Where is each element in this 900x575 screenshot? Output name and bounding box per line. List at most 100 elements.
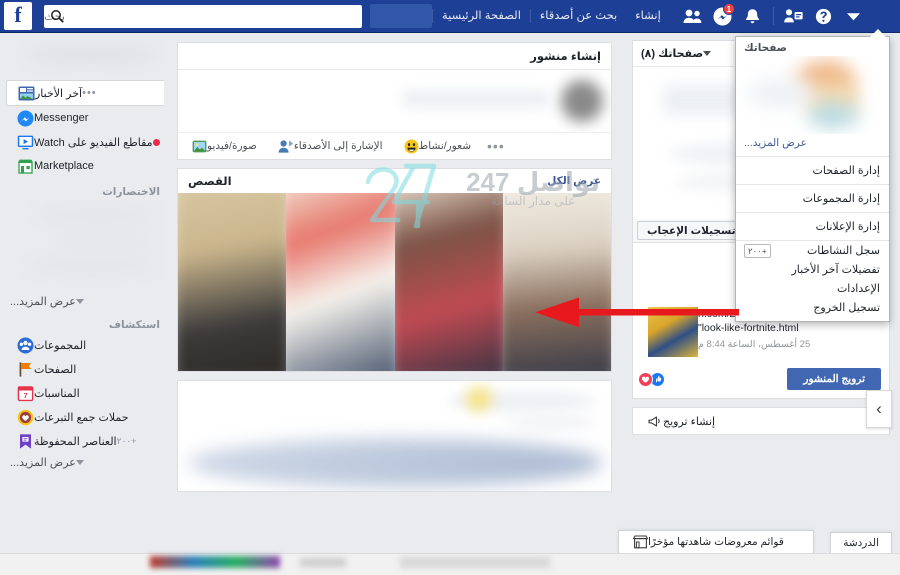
saved-icon — [16, 432, 34, 450]
post-url-line2: "look-like-fortnite.html — [698, 322, 799, 334]
blur-shape — [188, 439, 603, 487]
composer-feeling-activity-button[interactable]: شعور/نشاط — [399, 139, 471, 154]
sidebar-item-news-feed[interactable]: آخر الأخبار ••• — [6, 80, 164, 106]
messenger-icon[interactable]: 1 — [710, 3, 736, 28]
story-item[interactable] — [178, 193, 287, 371]
sidebar-item-marketplace[interactable]: Marketplace — [6, 154, 164, 178]
sidebar-item-news-feed-label: آخر الأخبار — [35, 87, 83, 100]
friend-requests-icon[interactable] — [680, 4, 706, 28]
sidebar-item-pages[interactable]: الصفحات — [6, 357, 164, 381]
menu-item-manage-ads[interactable]: إدارة الإعلانات — [736, 213, 889, 240]
composer-input-area[interactable] — [178, 70, 611, 132]
tab-likes[interactable]: تسجيلات الإعجاب — [637, 221, 746, 240]
composer-photo-video-button[interactable]: صورة/فيديو — [187, 139, 257, 154]
sidebar-item-fundraisers[interactable]: حملات جمع التبرعات — [6, 405, 164, 429]
menu-item-settings[interactable]: الإعدادات — [736, 279, 889, 298]
create-post-card: إنشاء منشور صورة/فيديو الإشارة إلى الأصد… — [177, 42, 612, 160]
dropdown-see-more-link[interactable]: عرض المزيد... — [736, 134, 889, 156]
create-promotion-left: إنشاء ترويج — [642, 415, 715, 428]
dropdown-header-label: صفحاتك — [744, 42, 787, 54]
sidebar-item-watch-label: مقاطع الفيديو على Watch — [34, 136, 153, 149]
nav-find-friends[interactable]: بحث عن أصدقاء — [529, 9, 626, 23]
search-input[interactable]: بحث — [44, 4, 362, 28]
page-switch-icon[interactable] — [781, 4, 807, 28]
facebook-page: f بحث الصفحة الرئيسية بحث عن أصدقاء إنشا… — [0, 0, 900, 575]
menu-item-news-feed-preferences[interactable]: تفضيلات آخر الأخبار — [736, 260, 889, 279]
nav-icon-group: 1 — [678, 3, 869, 28]
messenger-badge: 1 — [722, 3, 735, 15]
composer-tag-friends-button[interactable]: الإشارة إلى الأصدقاء — [273, 139, 383, 154]
reactions-group — [638, 371, 665, 387]
create-promotion-bar[interactable]: إنشاء ترويج — [632, 407, 890, 435]
fundraisers-icon — [16, 408, 34, 426]
facebook-logo[interactable]: f — [4, 2, 32, 30]
explore-see-more-link[interactable]: عرض المزيد... — [6, 453, 164, 472]
chat-bar: قوائم معروضات شاهدتها مؤخرًا الدردشة — [610, 527, 900, 575]
create-promotion-label: إنشاء ترويج — [663, 415, 716, 428]
blur-shape — [401, 90, 551, 108]
chat-tab-button[interactable]: الدردشة — [830, 532, 892, 553]
feeling-activity-icon — [404, 139, 419, 154]
blur-shape — [561, 80, 603, 122]
chevron-down-icon — [75, 460, 84, 465]
explore-see-more-label: عرض المزيد... — [10, 457, 76, 469]
messenger-icon — [16, 109, 34, 127]
composer-more-options-icon[interactable]: ••• — [487, 138, 505, 154]
blur-shape — [300, 558, 346, 567]
sidebar-item-events-label: المناسبات — [34, 387, 80, 400]
menu-item-activity-log[interactable]: سجل النشاطات +٢٠٠ — [736, 241, 889, 260]
search-icon — [50, 9, 64, 23]
sidebar-item-pages-label: الصفحات — [34, 363, 77, 376]
story-item[interactable] — [394, 193, 503, 371]
shortcuts-section-title: الاختصارات — [102, 186, 160, 198]
menu-item-logout[interactable]: تسجيل الخروج — [736, 298, 889, 321]
shortcuts-see-more-link[interactable]: عرض المزيد... — [6, 292, 164, 311]
tag-friends-icon — [278, 139, 294, 154]
profile-shortcut-blurred[interactable] — [6, 40, 164, 80]
sidebar-item-watch[interactable]: مقاطع الفيديو على Watch — [6, 130, 164, 154]
stories-see-all-link[interactable]: عرض الكل — [547, 175, 601, 187]
carousel-next-button[interactable]: › — [866, 390, 892, 428]
menu-item-activity-log-label: سجل النشاطات — [806, 245, 880, 257]
menu-item-manage-groups[interactable]: إدارة المجموعات — [736, 185, 889, 212]
news-feed-column: إنشاء منشور صورة/فيديو الإشارة إلى الأصد… — [177, 42, 612, 500]
dropdown-caret-icon — [870, 29, 886, 37]
profile-name-chip[interactable] — [370, 4, 432, 28]
events-calendar-icon: 7 — [16, 384, 34, 402]
feed-post-card[interactable] — [177, 380, 612, 492]
blur-shape — [747, 78, 817, 108]
menu-item-manage-pages[interactable]: إدارة الصفحات — [736, 157, 889, 184]
story-thumbnail — [502, 193, 611, 371]
dropdown-page-preview[interactable] — [736, 56, 889, 134]
nav-home[interactable]: الصفحة الرئيسية — [432, 9, 530, 23]
watch-unread-dot — [152, 138, 160, 146]
groups-icon — [16, 336, 34, 354]
nav-create[interactable]: إنشاء — [626, 9, 670, 23]
blur-shape — [467, 387, 491, 411]
sidebar-item-groups[interactable]: المجموعات — [6, 333, 164, 357]
blur-shape — [36, 206, 156, 222]
marketplace-storefront-icon — [633, 535, 648, 549]
left-rail-sidebar: آخر الأخبار ••• Messenger مقاطع الفيديو … — [0, 40, 170, 472]
svg-text:7: 7 — [23, 390, 27, 399]
account-dropdown-menu: صفحاتك عرض المزيد... إدارة الصفحات إدارة… — [735, 36, 890, 322]
notifications-icon[interactable] — [740, 4, 766, 28]
account-menu-icon[interactable] — [841, 4, 867, 28]
sidebar-item-messenger[interactable]: Messenger — [6, 106, 164, 130]
your-pages-title: صفحاتك (٨) — [641, 48, 704, 60]
help-icon[interactable] — [811, 4, 837, 28]
sidebar-item-saved-label: العناصر المحفوظة — [34, 435, 117, 448]
stories-header: القصص عرض الكل — [178, 169, 611, 193]
sidebar-item-saved[interactable]: العناصر المحفوظة +٢٠٠ — [6, 429, 164, 453]
love-reaction-icon — [638, 371, 653, 387]
recent-listings-bar[interactable]: قوائم معروضات شاهدتها مؤخرًا — [618, 530, 814, 553]
story-item[interactable] — [286, 193, 395, 371]
boost-post-button[interactable]: ترويج المنشور — [787, 368, 881, 390]
news-feed-options-icon[interactable]: ••• — [82, 87, 97, 99]
sidebar-item-events[interactable]: 7 المناسبات — [6, 381, 164, 405]
pages-flag-icon — [16, 360, 34, 378]
photo-video-icon — [192, 139, 207, 154]
post-actions-row: ترويج المنشور — [633, 363, 889, 398]
story-item[interactable] — [502, 193, 611, 371]
blur-shape — [28, 258, 156, 274]
